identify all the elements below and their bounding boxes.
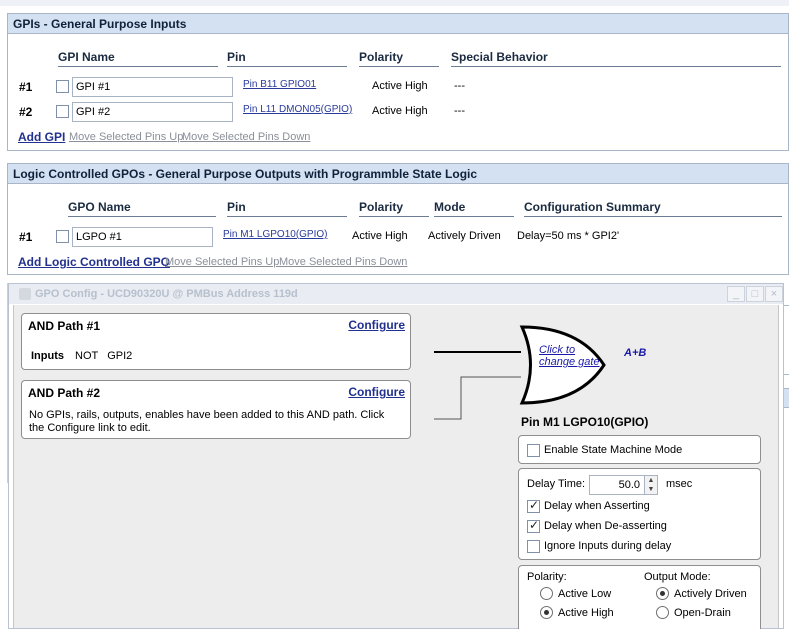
enable-state-machine-checkbox[interactable] (527, 444, 540, 457)
and-path-2-box: AND Path #2 Configure No GPIs, rails, ou… (21, 380, 411, 439)
output-open-drain-label: Open-Drain (674, 607, 731, 619)
gpo-row-number: #1 (19, 230, 33, 244)
change-gate-link-line1[interactable]: Click to (539, 344, 575, 356)
and-path-1-inputs-value: NOT GPI2 (75, 350, 133, 362)
maximize-button[interactable]: □ (746, 286, 764, 302)
ti-logo-icon (19, 288, 31, 300)
polarity-mode-box: Polarity: Active Low Active High Output … (518, 565, 761, 629)
background-panel-fragment (0, 283, 8, 483)
dialog-body: AND Path #1 Configure Inputs NOT GPI2 AN… (13, 305, 779, 629)
output-open-drain-radio[interactable] (656, 606, 669, 619)
gpo-name-input[interactable]: LGPO #1 (72, 227, 213, 247)
gpo-header-summary: Configuration Summary (524, 200, 782, 217)
gpi-name-input[interactable]: GPI #2 (72, 102, 233, 122)
polarity-label: Polarity: (527, 571, 567, 583)
gpo-polarity: Active High (352, 230, 408, 242)
gpi-polarity: Active High (372, 105, 428, 117)
change-gate-link-line2[interactable]: change gate (539, 356, 600, 368)
and-path-1-configure-link[interactable]: Configure (348, 318, 405, 332)
gpi-polarity: Active High (372, 80, 428, 92)
delay-deasserting-label: Delay when De-asserting (544, 520, 667, 532)
gpi-pin-link[interactable]: Pin B11 GPIO01 (243, 79, 316, 90)
gpo-summary: Delay=50 ms * GPI2' (517, 230, 620, 242)
gpo-row-checkbox[interactable] (56, 230, 69, 243)
state-machine-box: Enable State Machine Mode (518, 435, 761, 464)
enable-state-machine-label: Enable State Machine Mode (544, 444, 683, 456)
delay-unit: msec (666, 478, 693, 490)
and-path-1-inputs-label: Inputs (31, 350, 64, 362)
gpi-header-name: GPI Name (58, 50, 218, 67)
gpi-header-polarity: Polarity (359, 50, 439, 67)
gpo-mode: Actively Driven (428, 230, 501, 242)
gpi-panel: GPIs - General Purpose Inputs GPI Name P… (7, 13, 789, 151)
delay-asserting-checkbox[interactable] (527, 498, 540, 513)
add-logic-gpo-link[interactable]: Add Logic Controlled GPO (18, 255, 170, 269)
gpo-panel-title: Logic Controlled GPOs - General Purpose … (8, 164, 788, 184)
move-gpo-up-link[interactable]: Move Selected Pins Up (165, 256, 279, 268)
and-path-1-box: AND Path #1 Configure Inputs NOT GPI2 (21, 313, 411, 370)
and-path-1-title: AND Path #1 (28, 319, 101, 333)
minimize-button[interactable]: _ (727, 286, 745, 302)
and-path-2-wire (434, 376, 521, 420)
move-gpo-down-link[interactable]: Move Selected Pins Down (279, 256, 407, 268)
delay-stepper[interactable]: ▲ ▼ (644, 475, 658, 495)
gate-expression: A+B (624, 347, 647, 359)
gpi-header-special: Special Behavior (451, 50, 781, 67)
gate-diagram (434, 325, 606, 420)
polarity-active-high-radio[interactable] (540, 606, 553, 619)
top-border (0, 0, 789, 6)
output-actively-driven-radio[interactable] (656, 587, 669, 600)
delay-time-label: Delay Time: (527, 478, 586, 490)
polarity-active-high-label: Active High (558, 607, 614, 619)
add-gpi-link[interactable]: Add GPI (18, 130, 65, 144)
gpi-special: --- (454, 105, 465, 117)
output-mode-label: Output Mode: (644, 571, 711, 583)
delay-asserting-label: Delay when Asserting (544, 500, 650, 512)
output-actively-driven-label: Actively Driven (674, 588, 747, 600)
dialog-title: GPO Config - UCD90320U @ PMBus Address 1… (35, 288, 298, 300)
gpi-special: --- (454, 80, 465, 92)
gpo-header-pin: Pin (227, 200, 347, 217)
delay-deasserting-checkbox[interactable] (527, 518, 540, 533)
gpi-row-number: #1 (19, 80, 33, 94)
close-button[interactable]: × (765, 286, 783, 302)
gpi-panel-title: GPIs - General Purpose Inputs (8, 14, 788, 34)
and-path-2-title: AND Path #2 (28, 386, 101, 400)
gpi-row-checkbox[interactable] (56, 80, 69, 93)
gpo-panel: Logic Controlled GPOs - General Purpose … (7, 163, 789, 275)
gpo-header-name: GPO Name (68, 200, 216, 217)
ignore-inputs-checkbox[interactable] (527, 540, 540, 553)
delay-time-input[interactable]: 50.0 (589, 475, 645, 495)
and-path-2-configure-link[interactable]: Configure (348, 385, 405, 399)
gpi-name-input[interactable]: GPI #1 (72, 77, 233, 97)
delay-box: Delay Time: 50.0 ▲▼ msec Delay when Asse… (518, 468, 761, 560)
gpo-header-mode: Mode (434, 200, 514, 217)
gpo-header-polarity: Polarity (359, 200, 429, 217)
polarity-active-low-label: Active Low (558, 588, 612, 600)
gpi-row-number: #2 (19, 105, 33, 119)
and-path-2-message: No GPIs, rails, outputs, enables have be… (29, 409, 385, 434)
polarity-active-low-radio[interactable] (540, 587, 553, 600)
dialog-title-bar[interactable]: GPO Config - UCD90320U @ PMBus Address 1… (9, 284, 783, 304)
gpi-header-pin: Pin (227, 50, 347, 67)
gpi-row-checkbox[interactable] (56, 105, 69, 118)
ignore-inputs-label: Ignore Inputs during delay (544, 540, 672, 552)
move-gpi-up-link[interactable]: Move Selected Pins Up (69, 131, 183, 143)
gpi-pin-link[interactable]: Pin L11 DMON05(GPIO) (243, 104, 352, 115)
pin-label: Pin M1 LGPO10(GPIO) (521, 415, 649, 429)
gpo-pin-link[interactable]: Pin M1 LGPO10(GPIO) (223, 229, 327, 240)
move-gpi-down-link[interactable]: Move Selected Pins Down (182, 131, 310, 143)
gpo-config-dialog: GPO Config - UCD90320U @ PMBus Address 1… (8, 283, 784, 629)
